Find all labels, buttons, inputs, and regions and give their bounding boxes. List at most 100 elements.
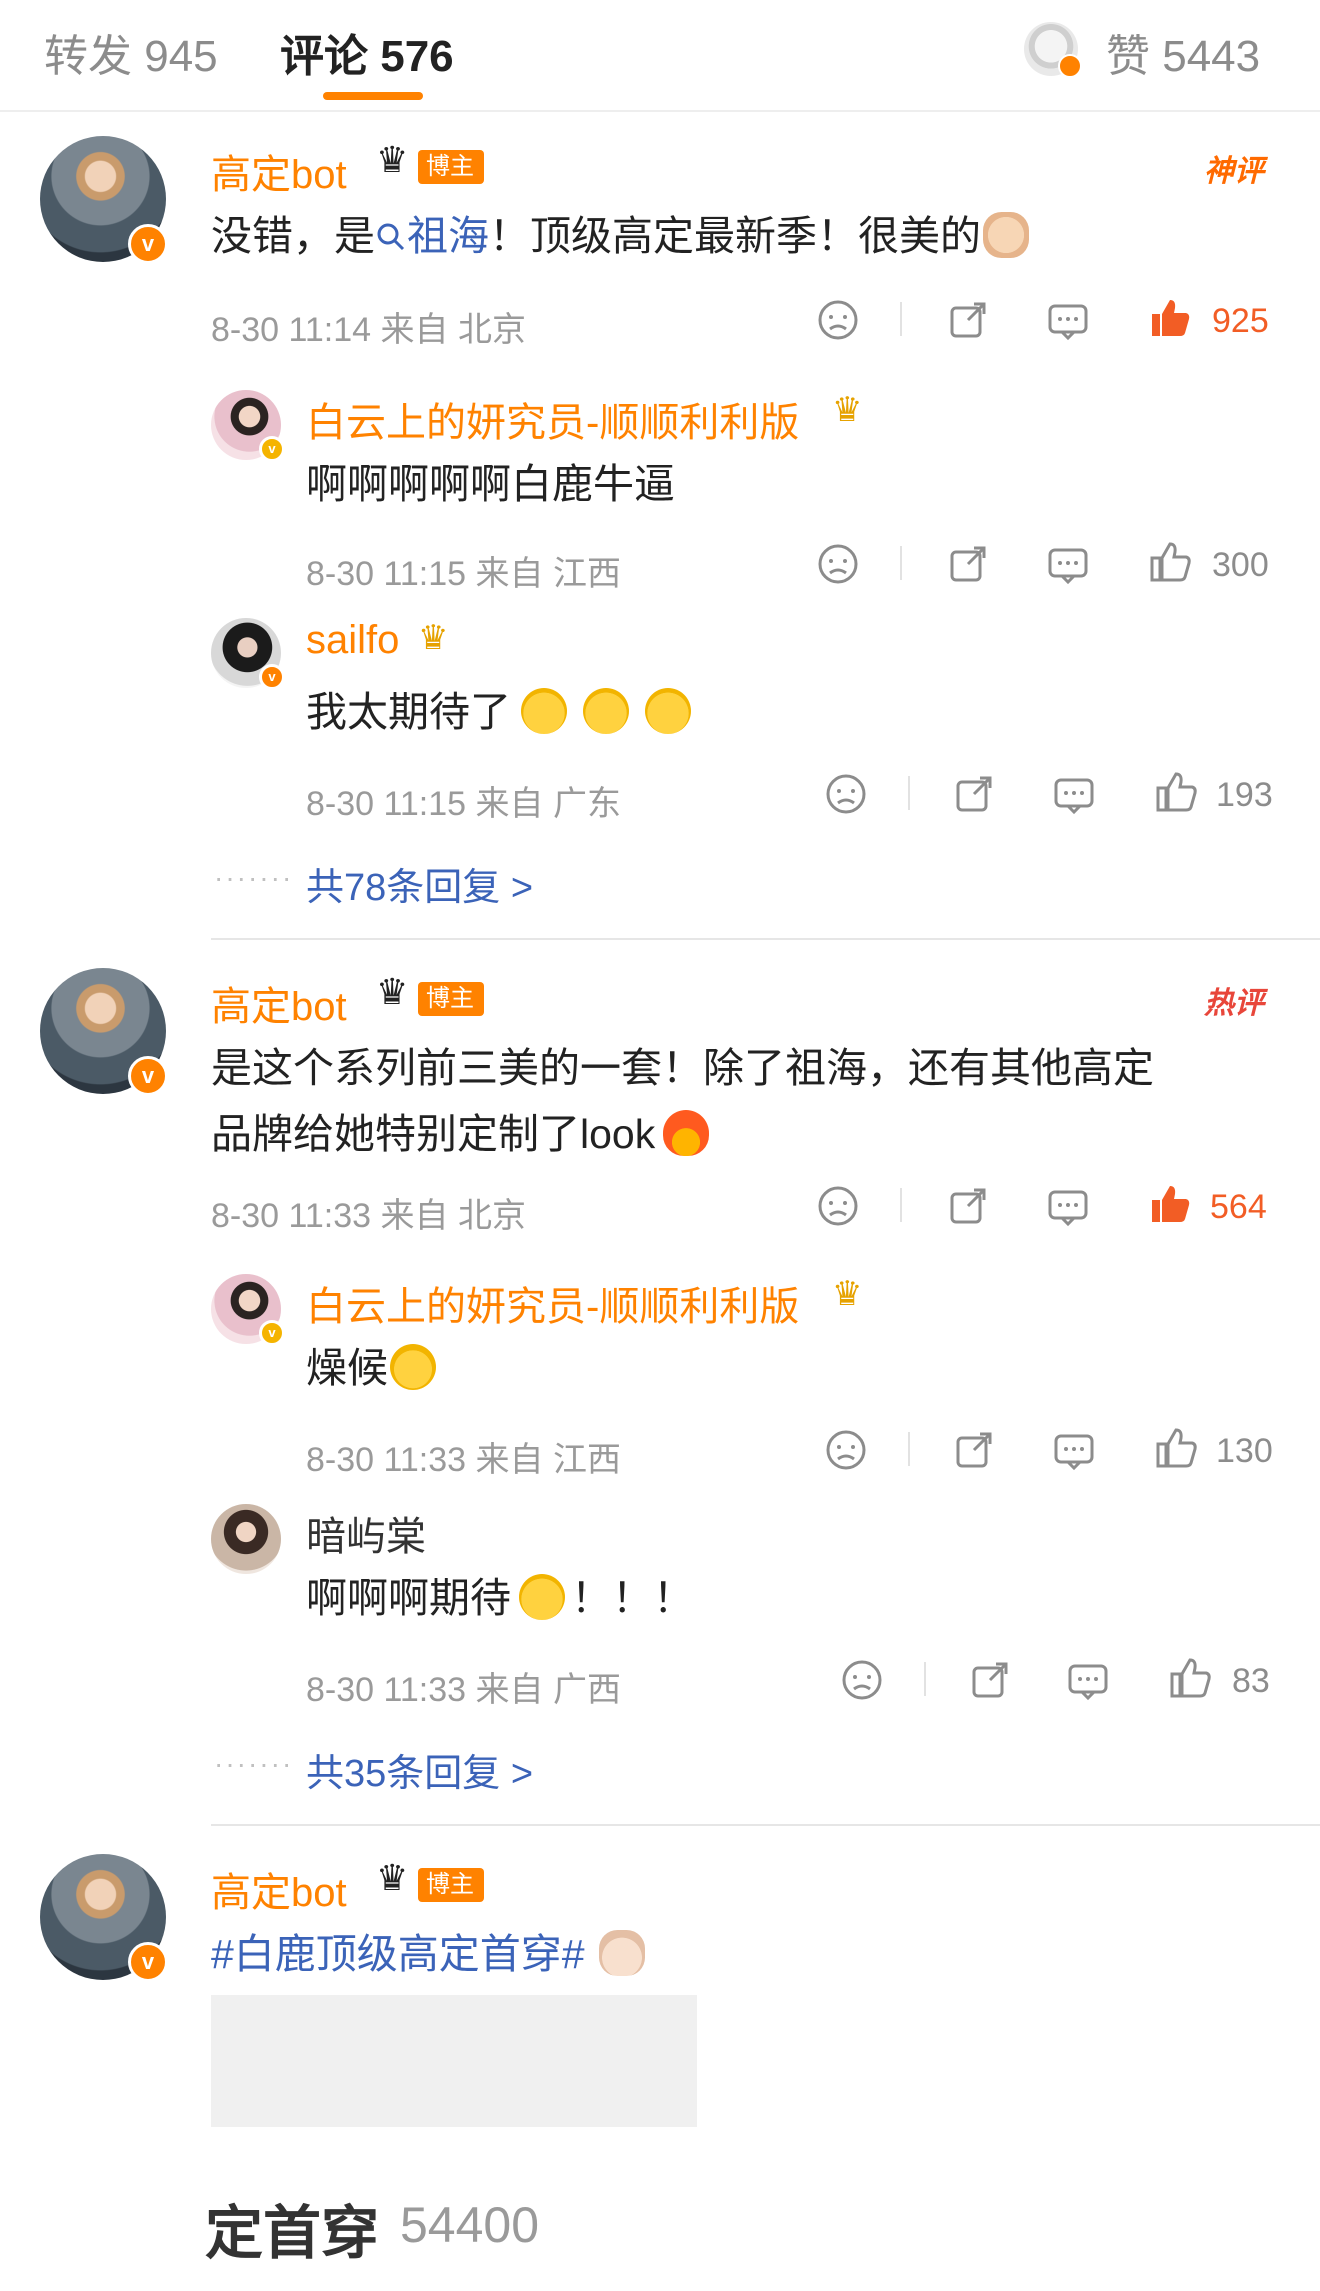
comment-icon[interactable]: [1046, 298, 1090, 342]
hot-comment-tag: 神评: [1204, 155, 1264, 188]
ok-hand-emoji-icon: [983, 212, 1029, 258]
reply-username[interactable]: 白云上的妍究员-顺顺利利版: [306, 390, 799, 448]
verified-badge-icon: v: [128, 1056, 168, 1096]
divider: [900, 546, 902, 580]
fire-emoji-icon: [663, 1110, 710, 1156]
dislike-face-icon[interactable]: [840, 1658, 884, 1702]
comment-icon[interactable]: [1052, 1428, 1096, 1472]
crown-icon: ♛: [376, 1857, 409, 1898]
thumbs-up-icon[interactable]: [1148, 296, 1192, 340]
dislike-face-icon[interactable]: [816, 298, 860, 342]
view-replies-link[interactable]: 共78条回复 >: [306, 856, 533, 911]
avatar[interactable]: v: [211, 390, 285, 462]
heart-eyes-emoji-icon: [519, 1574, 565, 1620]
tab-repost[interactable]: 转发 945: [44, 20, 218, 84]
dislike-face-icon[interactable]: [824, 1428, 868, 1472]
divider: [908, 776, 910, 810]
reply-username[interactable]: 白云上的妍究员-顺顺利利版: [306, 1274, 799, 1332]
reply-text: 啊啊啊期待！！！: [306, 1574, 694, 1621]
reply-text: 我太期待了: [306, 680, 691, 744]
crying-emoji-icon: [645, 688, 691, 734]
reply-username[interactable]: 暗屿棠: [306, 1504, 426, 1562]
like-count: 83: [1232, 1662, 1270, 1700]
divider: [900, 1188, 902, 1222]
crown-icon: ♛: [832, 1275, 863, 1313]
verified-badge-icon: v: [259, 664, 285, 690]
comment-icon[interactable]: [1066, 1658, 1110, 1702]
thumbs-up-icon[interactable]: [1154, 1426, 1198, 1470]
divider: [211, 938, 1320, 940]
comment-text-line: 是这个系列前三美的一套！除了祖海，还有其他高定: [211, 1045, 1154, 1091]
share-icon[interactable]: [968, 1658, 1012, 1702]
comment-username[interactable]: 高定bot: [211, 974, 347, 1032]
dislike-face-icon[interactable]: [816, 1184, 860, 1228]
reply-text: 啊啊啊啊啊白鹿牛逼: [306, 461, 675, 507]
hot-comment-tag: 热评: [1204, 987, 1264, 1020]
comment-icon[interactable]: [1046, 1184, 1090, 1228]
comment-username[interactable]: 高定bot: [211, 142, 347, 200]
comment-username[interactable]: 高定bot: [211, 1860, 347, 1918]
like-count: 925: [1212, 302, 1269, 340]
peace-hand-emoji-icon: [598, 1930, 645, 1976]
like-count: 564: [1210, 1188, 1267, 1226]
blogger-badge: 博主: [418, 1868, 484, 1902]
thumbs-up-icon[interactable]: [1168, 1656, 1212, 1700]
comment-text: #白鹿顶级高定首穿#: [211, 1922, 645, 1986]
avatar[interactable]: v: [40, 968, 168, 1096]
crying-emoji-icon: [583, 688, 629, 734]
like-count: 300: [1212, 546, 1269, 584]
reply-meta: 8-30 11:15 来自 广东: [306, 785, 621, 823]
thumbs-up-icon[interactable]: [1148, 1182, 1192, 1226]
comment-text-line: 品牌给她特别定制了look: [211, 1102, 710, 1166]
reply-meta: 8-30 11:33 来自 广西: [306, 1671, 621, 1709]
tab-comments[interactable]: 评论 576: [280, 20, 454, 84]
avatar[interactable]: [211, 1504, 281, 1574]
crown-icon: ♛: [832, 391, 863, 429]
comment-meta: 8-30 11:14 来自 北京: [211, 311, 526, 349]
overlay-count: 54400: [400, 2197, 540, 2253]
verified-badge-icon: v: [259, 436, 285, 462]
reply-meta: 8-30 11:33 来自 江西: [306, 1441, 621, 1479]
thumbs-up-icon[interactable]: [1148, 540, 1192, 584]
tab-likes[interactable]: 赞 5443: [1106, 20, 1260, 84]
divider: [908, 1432, 910, 1466]
dots-icon: ·······: [214, 1748, 294, 1779]
share-icon[interactable]: [946, 298, 990, 342]
thumbs-up-icon[interactable]: [1154, 770, 1198, 814]
dislike-face-icon[interactable]: [824, 772, 868, 816]
dots-icon: ·······: [214, 862, 294, 893]
laughing-emoji-icon: [390, 1344, 436, 1390]
blogger-badge: 博主: [418, 982, 484, 1016]
divider: [924, 1662, 926, 1696]
comment-icon[interactable]: [1052, 772, 1096, 816]
view-replies-link[interactable]: 共35条回复 >: [306, 1742, 533, 1797]
comment-image[interactable]: [211, 1995, 697, 2127]
active-tab-indicator: [323, 92, 423, 100]
like-count: 193: [1216, 776, 1273, 814]
share-icon[interactable]: [952, 772, 996, 816]
comment-meta: 8-30 11:33 来自 北京: [211, 1197, 526, 1235]
liker-avatar[interactable]: [1024, 22, 1082, 78]
overlay-text: 定首穿: [205, 2201, 380, 2266]
search-icon: [377, 223, 405, 251]
comment-tabs: 转发 945 评论 576 赞 5443: [0, 0, 1320, 112]
share-icon[interactable]: [946, 542, 990, 586]
reply-meta: 8-30 11:15 来自 江西: [306, 555, 621, 593]
reply-username[interactable]: sailfo: [306, 618, 399, 663]
avatar[interactable]: v: [211, 618, 285, 690]
crown-icon: ♛: [376, 139, 409, 180]
comment-icon[interactable]: [1046, 542, 1090, 586]
verified-badge-icon: v: [128, 1942, 168, 1982]
avatar[interactable]: v: [211, 1274, 285, 1346]
reply-text: 燥候: [306, 1336, 436, 1400]
share-icon[interactable]: [952, 1428, 996, 1472]
verified-badge-icon: v: [259, 1320, 285, 1346]
topic-link[interactable]: #白鹿顶级高定首穿#: [211, 1931, 585, 1977]
avatar[interactable]: v: [40, 1854, 168, 1982]
search-link[interactable]: 祖海: [375, 213, 489, 259]
verified-badge-icon: v: [128, 224, 168, 264]
crown-icon: ♛: [418, 619, 449, 657]
avatar[interactable]: v: [40, 136, 168, 264]
dislike-face-icon[interactable]: [816, 542, 860, 586]
share-icon[interactable]: [946, 1184, 990, 1228]
